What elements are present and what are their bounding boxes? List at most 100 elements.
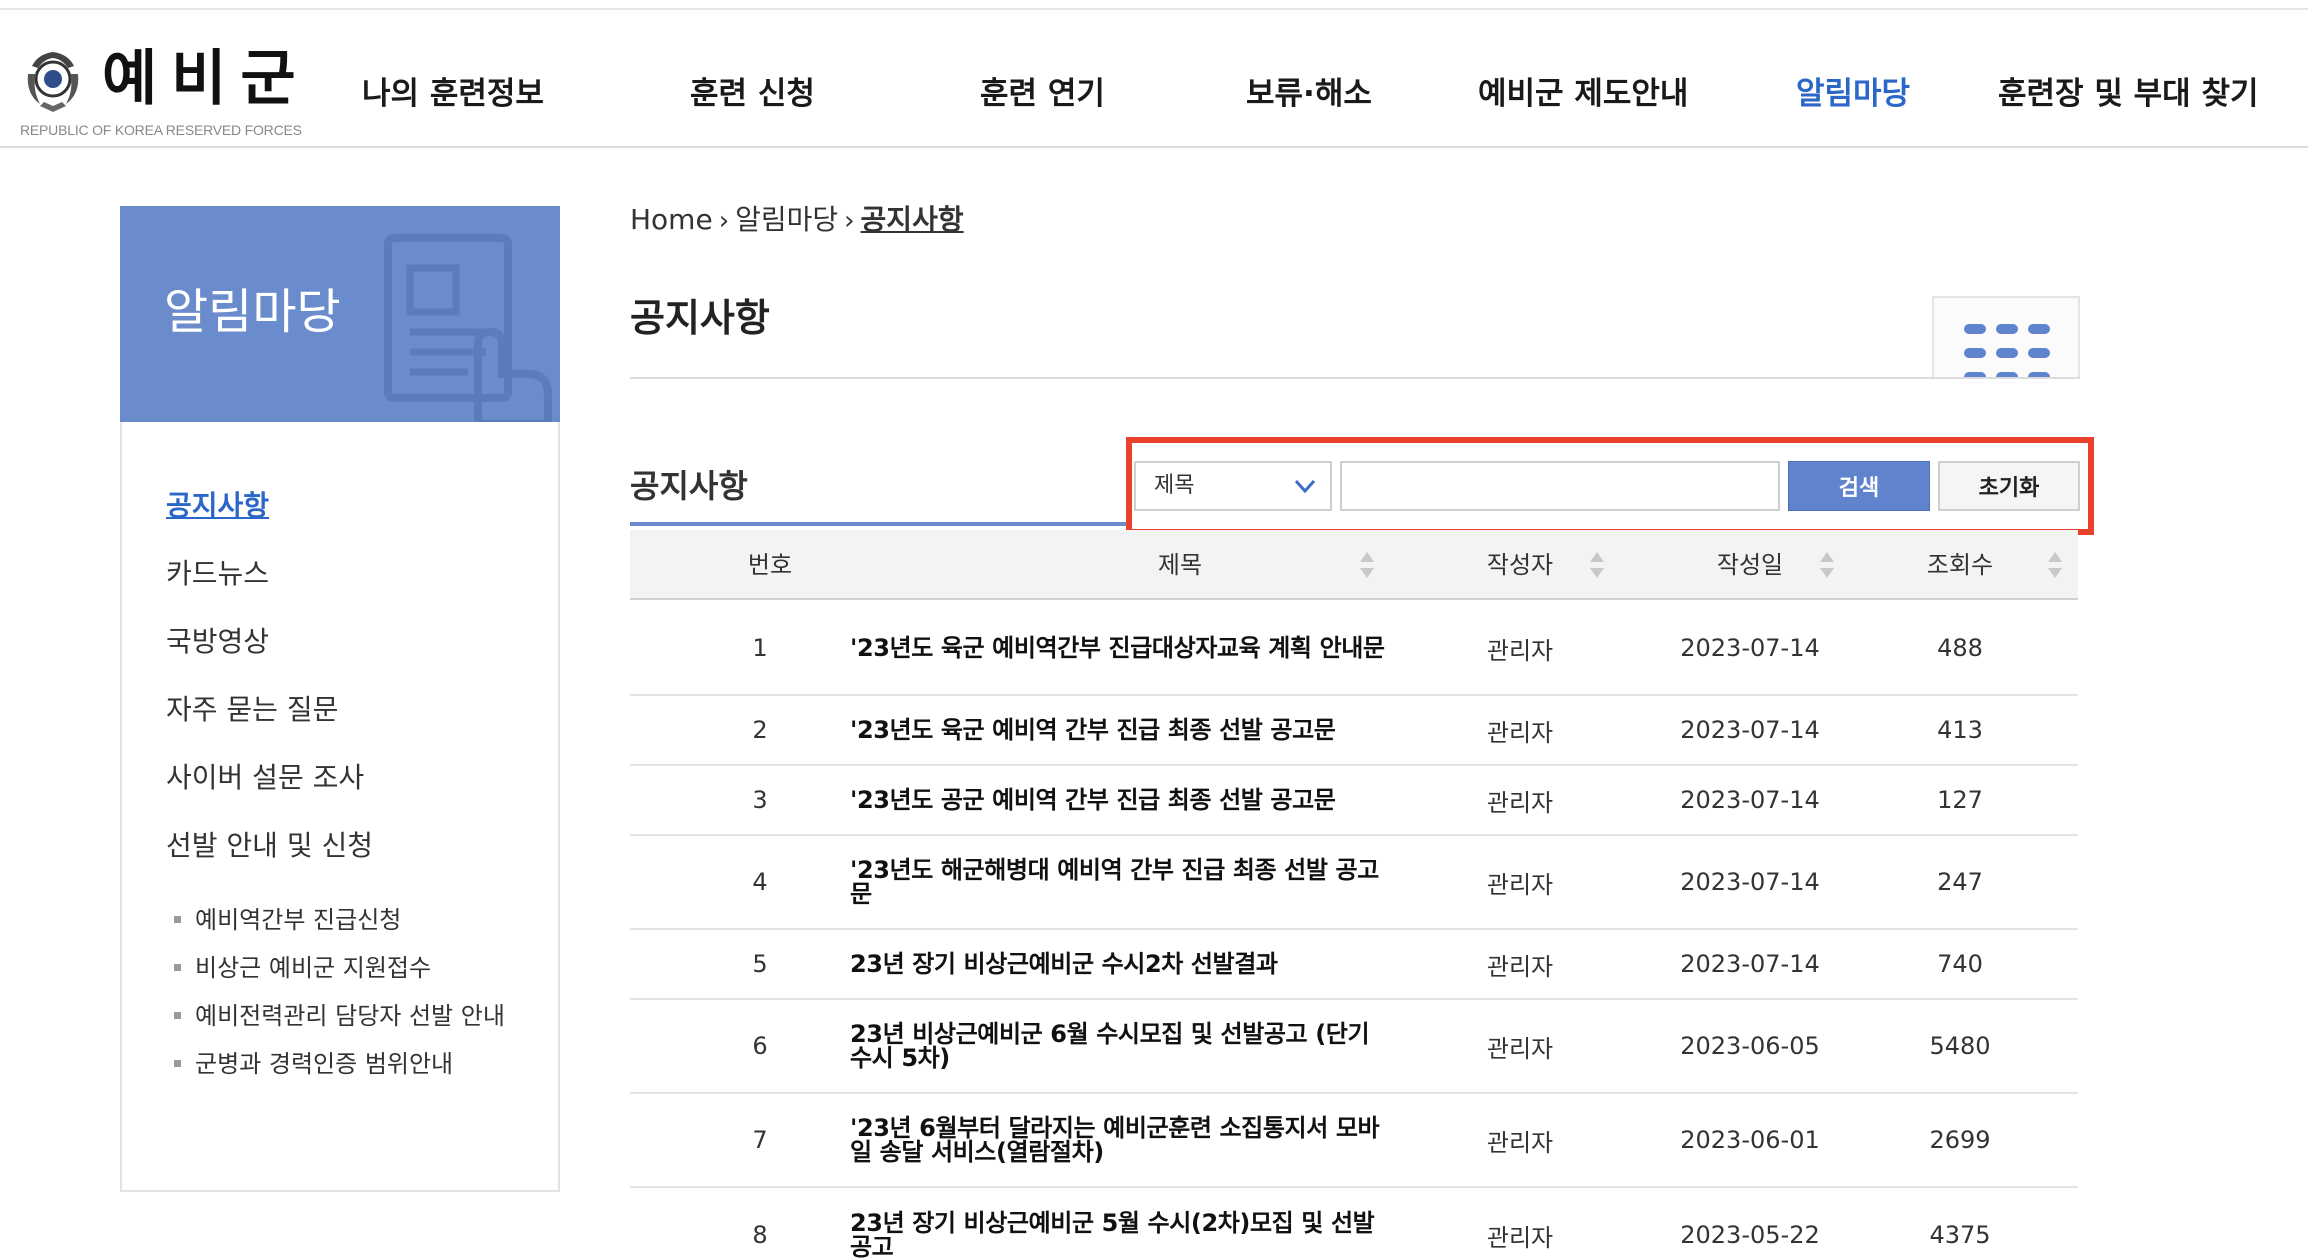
nav-system-guide[interactable]: 예비군 제도안내 — [1478, 74, 1688, 114]
row-number: 3 — [752, 786, 768, 814]
table-header: 번호 제목 작성자 작성일 조회수 — [630, 530, 2078, 600]
sidebar-title: 알림마당 — [164, 284, 341, 340]
page-title: 공지사항 — [630, 296, 770, 340]
sidebar-item-notices[interactable]: 공지사항 — [166, 488, 269, 524]
nav-training-application[interactable]: 훈련 신청 — [690, 74, 815, 114]
row-views: 413 — [1937, 716, 1983, 744]
row-views: 488 — [1937, 634, 1983, 662]
row-number: 5 — [752, 950, 768, 978]
row-number: 2 — [752, 716, 768, 744]
row-number: 1 — [752, 634, 768, 662]
reset-button[interactable]: 초기화 — [1938, 461, 2080, 511]
table-row[interactable]: 5 23년 장기 비상근예비군 수시2차 선발결과 관리자 2023-07-14… — [630, 930, 2078, 1000]
bullet-icon — [174, 963, 181, 971]
row-title[interactable]: 23년 장기 비상근예비군 수시2차 선발결과 — [850, 930, 1390, 998]
row-title[interactable]: 23년 비상근예비군 6월 수시모집 및 선발공고 (단기 수시 5차) — [850, 1000, 1390, 1092]
table-row[interactable]: 4 '23년도 해군해병대 예비역 간부 진급 최종 선발 공고문 관리자 20… — [630, 836, 2078, 930]
sidebar-subitem-career-certification[interactable]: 군병과 경력인증 범위안내 — [174, 1048, 453, 1080]
bullet-icon — [174, 1059, 181, 1067]
sidebar-item-defense-video[interactable]: 국방영상 — [166, 624, 269, 660]
calendar-decoration-icon — [1932, 296, 2080, 378]
table-row[interactable]: 8 23년 장기 비상근예비군 5월 수시(2차)모집 및 선발공고 관리자 2… — [630, 1188, 2078, 1258]
row-title[interactable]: '23년 6월부터 달라지는 예비군훈련 소집통지서 모바일 송달 서비스(열람… — [850, 1094, 1390, 1186]
row-author: 관리자 — [1486, 718, 1554, 747]
chevron-right-icon: › — [718, 206, 730, 236]
notice-board-illustration-icon — [384, 234, 552, 422]
nav-my-training-info[interactable]: 나의 훈련정보 — [362, 74, 544, 114]
row-date: 2023-06-01 — [1680, 1126, 1820, 1154]
row-date: 2023-07-14 — [1680, 634, 1820, 662]
row-number: 6 — [752, 1032, 768, 1060]
sort-title-icon[interactable] — [1358, 550, 1376, 580]
row-author: 관리자 — [1486, 1223, 1554, 1252]
table-row[interactable]: 7 '23년 6월부터 달라지는 예비군훈련 소집통지서 모바일 송달 서비스(… — [630, 1094, 2078, 1188]
row-title[interactable]: '23년도 해군해병대 예비역 간부 진급 최종 선발 공고문 — [850, 836, 1390, 928]
row-date: 2023-07-14 — [1680, 950, 1820, 978]
chevron-down-icon — [1294, 479, 1316, 494]
row-title[interactable]: '23년도 육군 예비역간부 진급대상자교육 계획 안내문 — [850, 602, 1390, 694]
bullet-icon — [174, 915, 181, 923]
row-date: 2023-07-14 — [1680, 868, 1820, 896]
search-button[interactable]: 검색 — [1788, 461, 1930, 511]
reserve-forces-emblem-icon — [27, 52, 79, 112]
nav-deferral-release[interactable]: 보류·해소 — [1246, 74, 1372, 114]
sort-author-icon[interactable] — [1588, 550, 1606, 580]
row-author: 관리자 — [1486, 870, 1554, 899]
site-header: 예비군 REPUBLIC OF KOREA RESERVED FORCES 나의… — [0, 10, 2308, 148]
sort-views-icon[interactable] — [2046, 550, 2064, 580]
sidebar-item-faq[interactable]: 자주 묻는 질문 — [166, 692, 338, 728]
row-author: 관리자 — [1486, 1128, 1554, 1157]
row-views: 2699 — [1929, 1126, 1991, 1154]
row-views: 127 — [1937, 786, 1983, 814]
column-header-author: 작성자 — [1486, 551, 1554, 579]
row-author: 관리자 — [1486, 636, 1554, 665]
row-number: 4 — [752, 868, 768, 896]
sidebar-subitem-label: 비상근 예비군 지원접수 — [195, 954, 432, 982]
breadcrumb-home[interactable]: Home — [630, 203, 713, 236]
table-row[interactable]: 3 '23년도 공군 예비역 간부 진급 최종 선발 공고문 관리자 2023-… — [630, 766, 2078, 836]
row-date: 2023-05-22 — [1680, 1221, 1820, 1249]
sidebar-subitem-label: 군병과 경력인증 범위안내 — [195, 1050, 454, 1078]
chevron-right-icon: › — [844, 206, 855, 236]
row-number: 8 — [752, 1221, 768, 1249]
sidebar-subitem-officer-promotion[interactable]: 예비역간부 진급신청 — [174, 904, 401, 936]
bullet-icon — [174, 1011, 181, 1019]
sidebar-item-selection-guide[interactable]: 선발 안내 및 신청 — [166, 828, 373, 864]
sidebar-item-card-news[interactable]: 카드뉴스 — [166, 556, 269, 592]
row-views: 740 — [1937, 950, 1983, 978]
column-header-title: 제목 — [1157, 551, 1203, 579]
row-number: 7 — [752, 1126, 768, 1154]
row-title[interactable]: '23년도 공군 예비역 간부 진급 최종 선발 공고문 — [850, 766, 1390, 834]
section-title: 공지사항 — [630, 467, 748, 505]
nav-notice-board[interactable]: 알림마당 — [1796, 74, 1910, 114]
row-views: 4375 — [1929, 1221, 1991, 1249]
row-author: 관리자 — [1486, 1034, 1554, 1063]
sidebar-subitem-part-time-reserve[interactable]: 비상근 예비군 지원접수 — [174, 952, 431, 984]
logo-subtitle: REPUBLIC OF KOREA RESERVED FORCES — [20, 122, 302, 138]
sidebar-item-cyber-survey[interactable]: 사이버 설문 조사 — [166, 760, 364, 796]
row-title[interactable]: '23년도 육군 예비역 간부 진급 최종 선발 공고문 — [850, 696, 1390, 764]
sidebar-subitem-label: 예비역간부 진급신청 — [195, 906, 402, 934]
sort-date-icon[interactable] — [1818, 550, 1836, 580]
table-row[interactable]: 6 23년 비상근예비군 6월 수시모집 및 선발공고 (단기 수시 5차) 관… — [630, 1000, 2078, 1094]
sidebar-subitem-label: 예비전력관리 담당자 선발 안내 — [195, 1002, 505, 1030]
nav-find-training-unit[interactable]: 훈련장 및 부대 찾기 — [1998, 74, 2259, 114]
table-row[interactable]: 1 '23년도 육군 예비역간부 진급대상자교육 계획 안내문 관리자 2023… — [630, 602, 2078, 696]
nav-training-postponement[interactable]: 훈련 연기 — [980, 74, 1105, 114]
search-field-selected: 제목 — [1154, 473, 1195, 498]
search-input[interactable] — [1340, 461, 1780, 511]
row-author: 관리자 — [1486, 788, 1554, 817]
row-date: 2023-07-14 — [1680, 786, 1820, 814]
row-author: 관리자 — [1486, 952, 1554, 981]
search-field-select[interactable]: 제목 — [1134, 461, 1332, 511]
breadcrumb-current[interactable]: 공지사항 — [861, 203, 964, 236]
row-views: 5480 — [1929, 1032, 1991, 1060]
row-title[interactable]: 23년 장기 비상근예비군 5월 수시(2차)모집 및 선발공고 — [850, 1188, 1390, 1258]
breadcrumb-notice-board[interactable]: 알림마당 — [735, 203, 838, 236]
sidebar-subitem-manager-selection[interactable]: 예비전력관리 담당자 선발 안내 — [174, 1000, 505, 1032]
column-header-views: 조회수 — [1926, 551, 1994, 579]
sidebar-banner: 알림마당 — [120, 206, 560, 422]
table-row[interactable]: 2 '23년도 육군 예비역 간부 진급 최종 선발 공고문 관리자 2023-… — [630, 696, 2078, 766]
site-logo[interactable]: 예비군 REPUBLIC OF KOREA RESERVED FORCES — [18, 32, 308, 142]
title-divider — [630, 377, 2080, 379]
